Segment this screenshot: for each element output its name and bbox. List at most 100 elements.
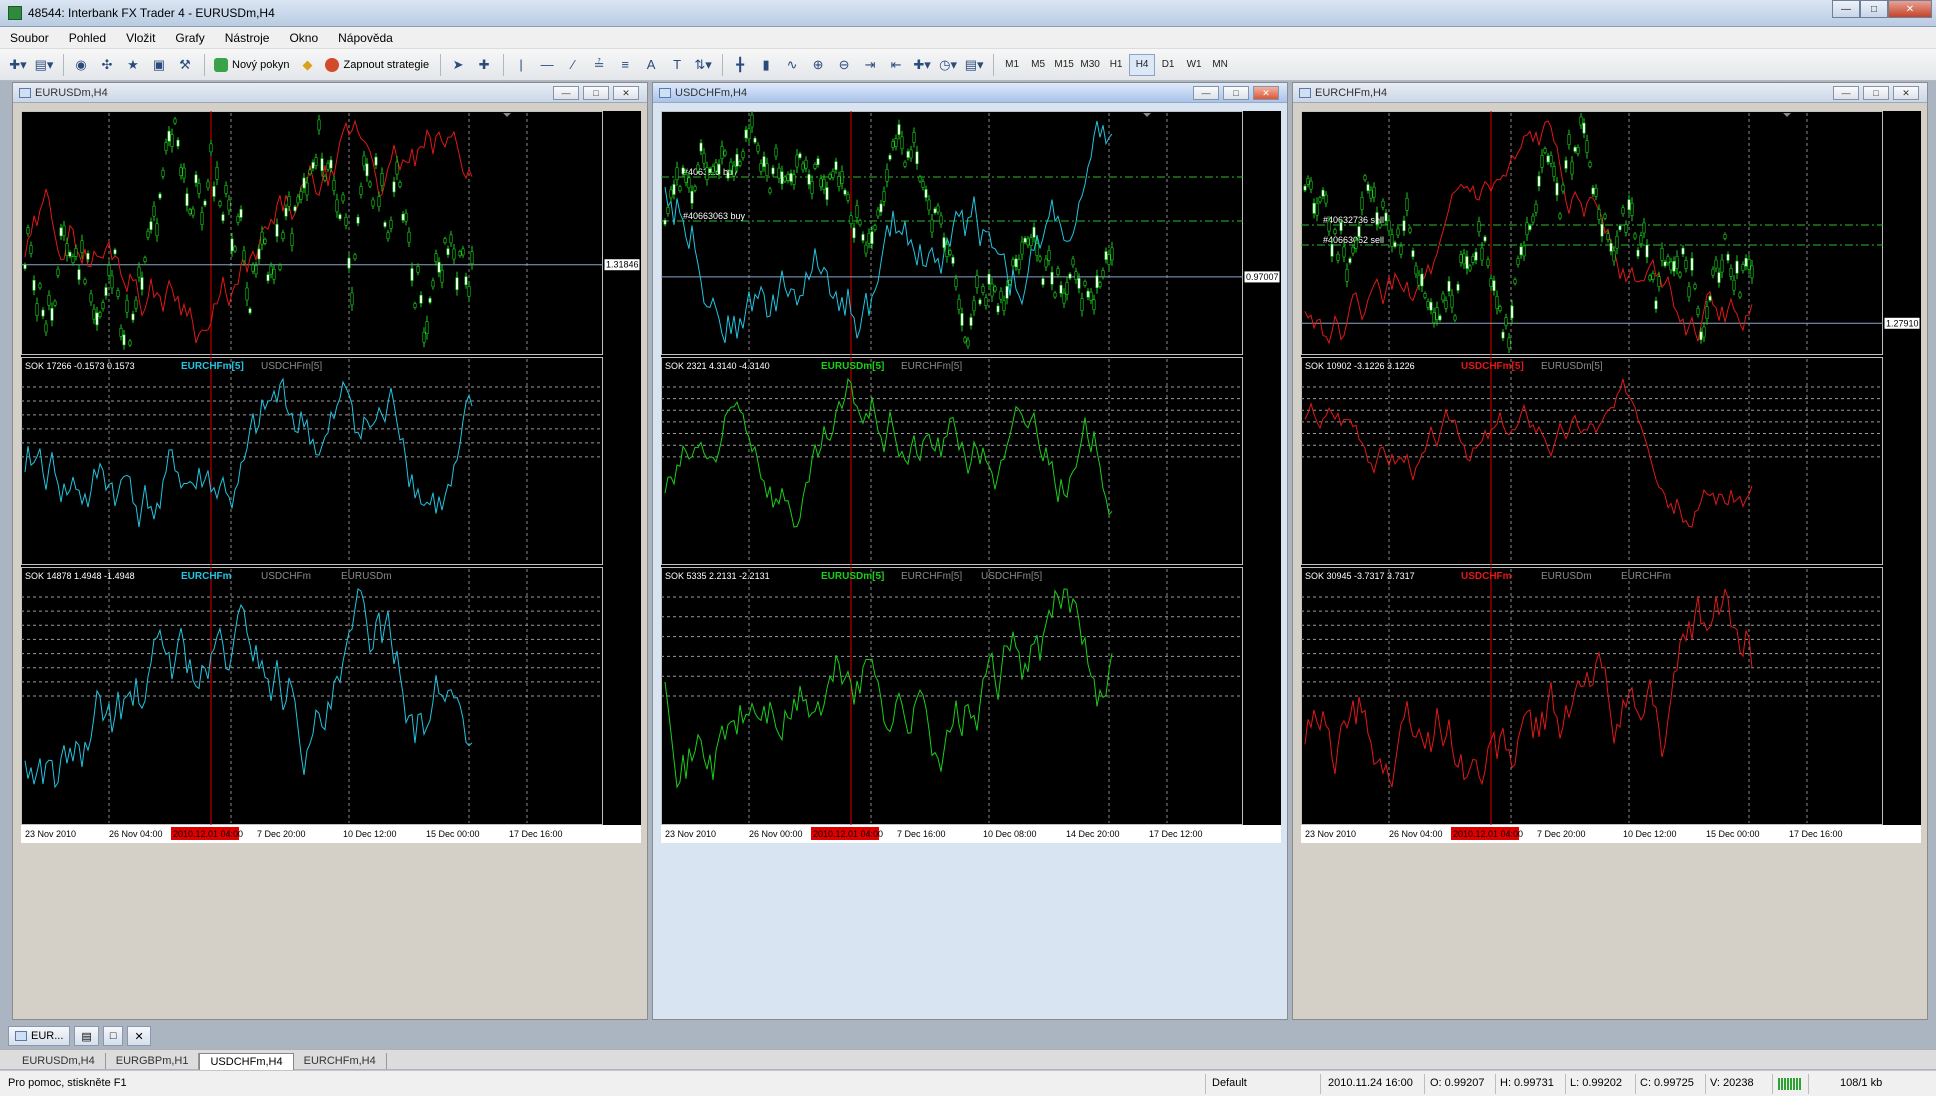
new-order-button[interactable]: Nový pokyn: [210, 53, 293, 77]
chart-restore-button[interactable]: □: [1863, 86, 1889, 100]
tab-eurusd[interactable]: EURUSDm,H4: [12, 1053, 106, 1069]
tf-d1[interactable]: D1: [1155, 54, 1181, 76]
text-icon[interactable]: A: [639, 53, 663, 77]
minimized-close-button[interactable]: ✕: [127, 1026, 151, 1046]
cursor-icon[interactable]: ➤: [446, 53, 470, 77]
chart-window-eurchf[interactable]: EURCHFm,H4 — □ ✕ #40632736 sell #40663062…: [1292, 82, 1928, 1020]
close-button[interactable]: ✕: [1888, 0, 1932, 18]
tf-h4[interactable]: H4: [1129, 53, 1156, 76]
candle-body: [371, 199, 375, 207]
tf-h1[interactable]: H1: [1103, 54, 1129, 76]
candle-body: [236, 216, 240, 223]
cursor-time-label: 2010.12.01 04:00: [1453, 829, 1523, 839]
candle-body: [149, 221, 153, 230]
metaeditor-icon[interactable]: ◆: [295, 53, 319, 77]
chart-canvas[interactable]: #4063...5 buy#40663063 buy1.002700.99670…: [661, 111, 1281, 843]
candle-body: [272, 268, 276, 280]
tester-icon[interactable]: ⚒: [173, 53, 197, 77]
arrows-icon[interactable]: ⇅▾: [691, 53, 715, 77]
status-traffic: 108/1 kb: [1840, 1077, 1883, 1089]
tab-usdchf[interactable]: USDCHFm,H4: [199, 1053, 294, 1070]
minimize-button[interactable]: —: [1832, 0, 1860, 18]
tf-m5[interactable]: M5: [1025, 54, 1051, 76]
menu-file[interactable]: Soubor: [0, 27, 59, 49]
candle-body: [732, 165, 736, 177]
time-axis-label: 7 Dec 20:00: [257, 829, 306, 839]
line-chart-icon[interactable]: ∿: [780, 53, 804, 77]
chart-window-eurusd[interactable]: EURUSDm,H4 — □ ✕ 1.35590 1.34910 1.34250 1.…: [12, 82, 648, 1020]
candles-icon[interactable]: ▮: [754, 53, 778, 77]
channel-icon[interactable]: ≟: [587, 53, 611, 77]
chart-minimize-button[interactable]: —: [553, 86, 579, 100]
minimized-chart-button[interactable]: EUR...: [8, 1026, 71, 1046]
bar-chart-icon[interactable]: ╋: [728, 53, 752, 77]
tf-m1[interactable]: M1: [999, 54, 1025, 76]
candle-body: [440, 269, 444, 283]
menu-tools[interactable]: Nástroje: [215, 27, 280, 49]
toggle-strategy-button[interactable]: Zapnout strategie: [321, 53, 433, 77]
chart-restore-button[interactable]: □: [1223, 86, 1249, 100]
trendline-icon[interactable]: ∕: [561, 53, 585, 77]
candle-body: [1411, 250, 1415, 257]
menu-insert[interactable]: Vložit: [116, 27, 165, 49]
market-watch-icon[interactable]: ◉: [69, 53, 93, 77]
chart-restore-button[interactable]: □: [583, 86, 609, 100]
chart-window-usdchf[interactable]: USDCHFm,H4 — □ ✕ #4063...5 buy #40663063 …: [652, 82, 1288, 1020]
chart-canvas[interactable]: #40632736 sell#40663062 sell1.341301.333…: [1301, 111, 1921, 843]
time-axis-label: 17 Dec 16:00: [1789, 829, 1843, 839]
tf-mn[interactable]: MN: [1207, 54, 1233, 76]
candle-body: [951, 257, 955, 264]
maximize-button[interactable]: □: [1860, 0, 1888, 18]
zoom-out-icon[interactable]: ⊖: [832, 53, 856, 77]
chart-close-button[interactable]: ✕: [1893, 86, 1919, 100]
chart-window-titlebar[interactable]: EURUSDm,H4 — □ ✕: [13, 83, 647, 103]
profiles-icon[interactable]: ▤▾: [32, 53, 56, 77]
chart-window-titlebar[interactable]: USDCHFm,H4 — □ ✕: [653, 83, 1287, 103]
indicators-icon[interactable]: ✚▾: [910, 53, 934, 77]
candle-body: [179, 167, 183, 176]
templates-icon[interactable]: ▤▾: [962, 53, 986, 77]
vertical-line-icon[interactable]: |: [509, 53, 533, 77]
candle-body: [386, 232, 390, 240]
candle-body: [678, 186, 682, 192]
menu-charts[interactable]: Grafy: [165, 27, 214, 49]
fibo-icon[interactable]: ≡: [613, 53, 637, 77]
tf-w1[interactable]: W1: [1181, 54, 1207, 76]
chart-minimize-button[interactable]: —: [1193, 86, 1219, 100]
terminal-icon[interactable]: ▣: [147, 53, 171, 77]
candle-body: [1492, 280, 1496, 291]
minimized-max-button[interactable]: □: [102, 1026, 124, 1046]
chart-window-titlebar[interactable]: EURCHFm,H4 — □ ✕: [1293, 83, 1927, 103]
menu-help[interactable]: Nápověda: [328, 27, 403, 49]
menu-window[interactable]: Okno: [279, 27, 328, 49]
label-icon[interactable]: T: [665, 53, 689, 77]
candle-body: [945, 244, 949, 258]
periods-icon[interactable]: ◷▾: [936, 53, 960, 77]
menu-view[interactable]: Pohled: [59, 27, 116, 49]
minimized-restore-button[interactable]: ▤: [74, 1026, 99, 1046]
tab-eurgbp[interactable]: EURGBPm,H1: [106, 1053, 200, 1069]
chart-canvas[interactable]: 1.35590 1.34910 1.34250 1.33570 1.32910 1.322…: [21, 111, 641, 843]
candle-body: [278, 264, 282, 270]
tab-eurchf[interactable]: EURCHFm,H4: [294, 1053, 387, 1069]
horizontal-line-icon[interactable]: —: [535, 53, 559, 77]
data-window-icon[interactable]: ✣: [95, 53, 119, 77]
candle-body: [1474, 251, 1478, 261]
indicator-level-label: 0.00: [609, 691, 627, 701]
candle-body: [458, 251, 462, 256]
navigator-icon[interactable]: ★: [121, 53, 145, 77]
candle-body: [915, 151, 919, 165]
tf-m15[interactable]: M15: [1051, 54, 1077, 76]
chart-shift-icon[interactable]: ⇤: [884, 53, 908, 77]
new-chart-icon[interactable]: ✚▾: [6, 53, 30, 77]
chart-close-button[interactable]: ✕: [613, 86, 639, 100]
zoom-in-icon[interactable]: ⊕: [806, 53, 830, 77]
candle-body: [1522, 245, 1526, 257]
indicator-symbol-label: EURUSDm: [1541, 571, 1592, 582]
autoscroll-icon[interactable]: ⇥: [858, 53, 882, 77]
crosshair-icon[interactable]: ✚: [472, 53, 496, 77]
chart-window-title: EURUSDm,H4: [35, 86, 108, 99]
chart-minimize-button[interactable]: —: [1833, 86, 1859, 100]
tf-m30[interactable]: M30: [1077, 54, 1103, 76]
chart-close-button[interactable]: ✕: [1253, 86, 1279, 100]
